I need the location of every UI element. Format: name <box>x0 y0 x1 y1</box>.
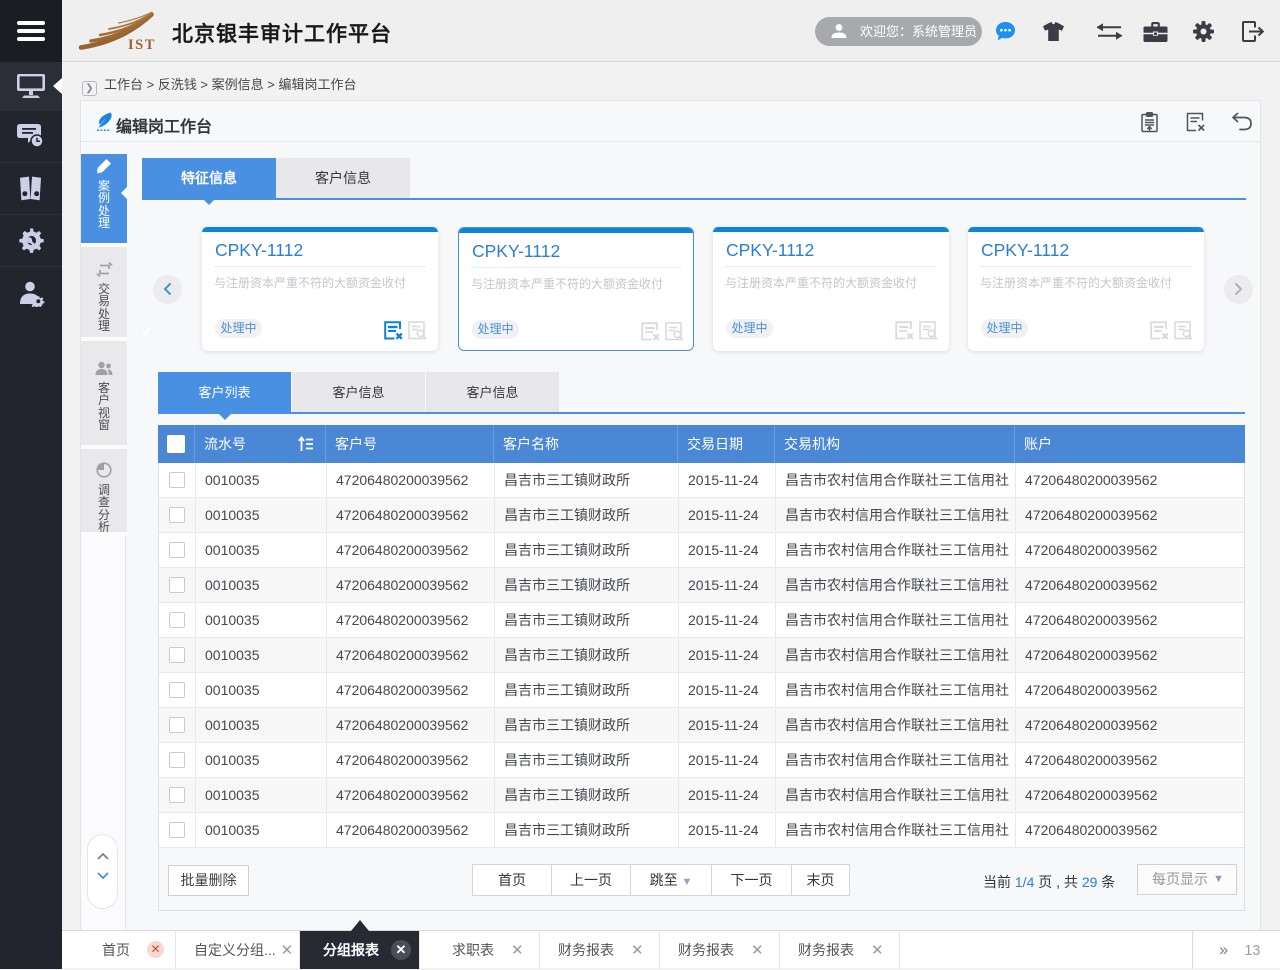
svg-text:IST: IST <box>128 37 156 53</box>
